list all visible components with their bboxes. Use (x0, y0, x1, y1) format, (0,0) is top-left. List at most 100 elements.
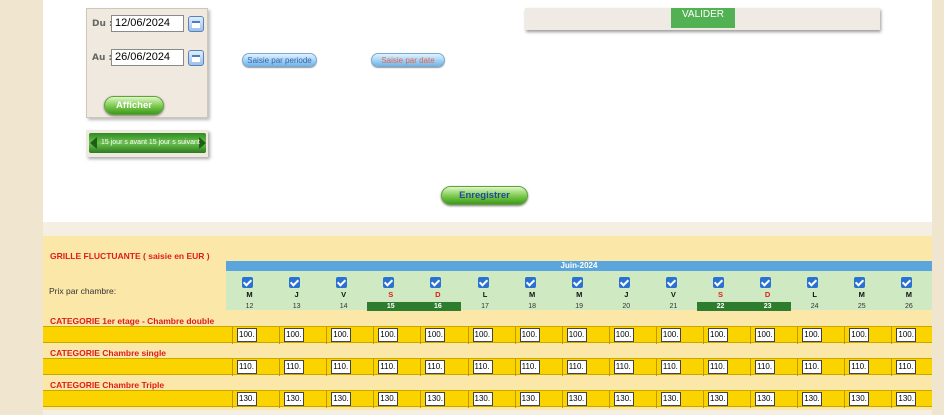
column-divider (561, 359, 563, 376)
price-input[interactable]: 100. (802, 328, 823, 342)
day-number: 17 (481, 303, 489, 310)
day-letter: V (341, 290, 347, 299)
day-letter: D (435, 290, 441, 299)
price-input[interactable]: 100. (755, 328, 776, 342)
price-input[interactable]: 130. (849, 392, 870, 406)
day-checkbox[interactable] (807, 277, 819, 288)
day-checkbox[interactable] (242, 277, 253, 288)
column-divider (467, 391, 469, 408)
price-input[interactable]: 110. (284, 360, 305, 374)
price-input[interactable]: 130. (519, 392, 540, 406)
day-checkbox[interactable] (665, 277, 677, 288)
price-input[interactable]: 100. (284, 328, 305, 342)
afficher-button[interactable]: Afficher (104, 96, 164, 115)
price-input[interactable]: 110. (896, 360, 917, 374)
category-row: CATEGORIE Chambre single 110. 110. 110. 110.… (43, 348, 932, 379)
price-input[interactable]: 130. (284, 392, 305, 406)
saisie-par-date-button[interactable]: Saisie par date (371, 53, 445, 67)
column-divider (891, 327, 893, 344)
price-input[interactable]: 130. (755, 392, 776, 406)
category-name: CATEGORIE Chambre Triple (50, 380, 165, 390)
price-input[interactable]: 130. (802, 392, 823, 406)
arrow-left-icon (90, 137, 97, 149)
price-input[interactable]: 110. (755, 360, 776, 374)
price-input[interactable]: 130. (660, 392, 681, 406)
price-input[interactable]: 130. (896, 392, 917, 406)
price-input[interactable]: 100. (472, 328, 493, 342)
day-letter: S (717, 290, 723, 299)
price-input[interactable]: 100. (708, 328, 728, 342)
column-divider (514, 327, 516, 344)
day-letter: M (905, 290, 913, 299)
price-input[interactable]: 130. (472, 392, 493, 406)
column-divider (373, 359, 375, 376)
du-calendar-icon[interactable] (188, 16, 204, 32)
column-divider (373, 327, 375, 344)
column-divider (844, 359, 846, 376)
day-checkbox[interactable] (289, 277, 301, 288)
price-input[interactable]: 130. (237, 392, 257, 406)
day-checkbox[interactable] (618, 277, 630, 288)
price-input[interactable]: 110. (802, 360, 823, 374)
price-input[interactable]: 130. (331, 392, 352, 406)
category-name: CATEGORIE Chambre single (50, 348, 167, 358)
price-input[interactable]: 110. (472, 360, 493, 374)
price-input[interactable]: 100. (331, 328, 352, 342)
price-input[interactable]: 130. (425, 392, 446, 406)
day-number: 25 (857, 303, 866, 310)
day-checkbox[interactable] (760, 277, 772, 288)
price-input[interactable]: 110. (566, 360, 587, 374)
price-input[interactable]: 130. (378, 392, 399, 406)
column-divider (703, 391, 704, 408)
price-input[interactable]: 100. (519, 328, 540, 342)
price-input[interactable]: 100. (425, 328, 446, 342)
du-date-field[interactable]: 12/06/2024 (111, 15, 184, 32)
day-checkbox[interactable] (383, 277, 395, 288)
column-divider (467, 327, 469, 344)
column-divider (326, 359, 328, 376)
day-checkbox[interactable] (524, 277, 536, 288)
price-input[interactable]: 130. (613, 392, 634, 406)
day-number: 16 (414, 302, 462, 311)
price-input[interactable]: 110. (708, 360, 728, 374)
price-input[interactable]: 110. (237, 360, 257, 374)
day-number: 15 (367, 302, 415, 311)
column-divider (655, 391, 657, 408)
price-input[interactable]: 100. (378, 328, 399, 342)
day-number: 24 (810, 303, 819, 310)
au-calendar-icon[interactable] (188, 50, 204, 66)
price-input[interactable]: 110. (660, 360, 681, 374)
column-divider (326, 327, 328, 344)
au-date-field[interactable]: 26/06/2024 (111, 49, 184, 66)
day-letter: M (858, 290, 865, 299)
price-input[interactable]: 100. (849, 328, 870, 342)
day-checkbox[interactable] (430, 277, 442, 288)
navigation-box: 15 jour s avant 15 jour s suivant (86, 130, 208, 157)
valider-button[interactable]: VALIDER (671, 8, 735, 28)
price-input[interactable]: 100. (660, 328, 681, 342)
price-input[interactable]: 110. (331, 360, 352, 374)
day-number: 26 (904, 303, 913, 310)
day-checkbox[interactable] (901, 277, 913, 288)
price-input[interactable]: 130. (708, 392, 728, 406)
saisie-par-periode-button[interactable]: Saisie par periode (242, 53, 317, 67)
price-input[interactable]: 110. (378, 360, 399, 374)
enregistrer-button[interactable]: Enregistrer (441, 186, 528, 205)
price-input[interactable]: 100. (896, 328, 917, 342)
day-checkbox[interactable] (571, 277, 583, 288)
price-input[interactable]: 110. (519, 360, 540, 374)
day-checkbox[interactable] (854, 277, 866, 288)
price-input[interactable]: 100. (566, 328, 587, 342)
price-input[interactable]: 100. (613, 328, 634, 342)
price-input[interactable]: 130. (566, 392, 587, 406)
day-checkbox[interactable] (713, 277, 724, 288)
column-divider (279, 391, 281, 408)
day-checkbox[interactable] (477, 277, 489, 288)
price-input[interactable]: 100. (237, 328, 257, 342)
price-input[interactable]: 110. (613, 360, 634, 374)
day-checkbox[interactable] (336, 277, 348, 288)
price-input[interactable]: 110. (425, 360, 446, 374)
price-input[interactable]: 110. (849, 360, 870, 374)
period-navigation-button[interactable]: 15 jour s avant 15 jour s suivant (89, 133, 206, 153)
column-divider (514, 359, 516, 376)
